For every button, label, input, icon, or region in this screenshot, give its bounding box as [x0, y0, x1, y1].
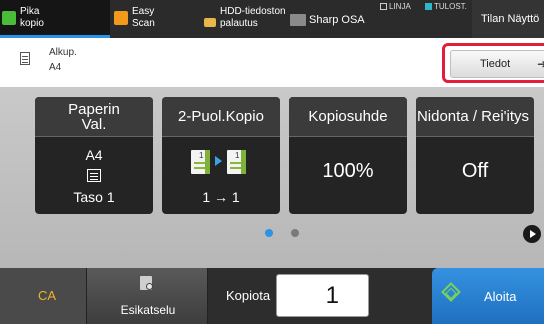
paper-select-card[interactable]: Paperin Val. A4 Taso 1 — [35, 97, 153, 214]
details-button[interactable]: Tiedot ➜ — [450, 50, 544, 78]
preview-magnifier-icon — [140, 276, 153, 290]
line-status-indicator: LINJA — [380, 2, 411, 11]
paper-tray-value: Taso 1 — [73, 189, 115, 205]
copy-ratio-title: Kopiosuhde — [289, 97, 407, 137]
copies-count-field[interactable]: 1 — [276, 274, 369, 317]
tab-easy-scan-label: Easy Scan — [132, 6, 155, 29]
page-dot-active[interactable] — [265, 229, 273, 237]
page-dot[interactable] — [291, 229, 299, 237]
binding-punch-value: Off — [461, 160, 489, 182]
details-button-label: Tiedot — [480, 58, 511, 70]
preview-button[interactable]: Esikatselu — [86, 268, 208, 324]
original-document-icon — [20, 52, 30, 65]
paper-select-title: Paperin Val. — [35, 97, 153, 137]
duplex-copy-card[interactable]: 2-Puol.Kopio 1 1 1 → 1 — [162, 97, 280, 214]
original-info-row: Alkup. A4 Tiedot ➜ — [0, 38, 544, 88]
tab-hdd-file-retrieve[interactable]: HDD-tiedoston palautus — [202, 0, 290, 38]
function-panel: Paperin Val. A4 Taso 1 2-Puol.Kopio 1 1 … — [0, 88, 544, 268]
tab-hdd-label: HDD-tiedoston palautus — [220, 6, 286, 29]
status-display-tab[interactable]: Tilan Näyttö — [472, 0, 544, 38]
copy-ratio-card[interactable]: Kopiosuhde 100% — [289, 97, 407, 214]
folder-icon — [204, 18, 216, 27]
scan-icon — [114, 11, 128, 25]
next-page-arrow-icon[interactable] — [523, 225, 541, 243]
start-button[interactable]: Aloita — [432, 268, 544, 324]
mode-tab-bar: Pika kopio Easy Scan HDD-tiedoston palautus… — [0, 0, 544, 38]
tab-sharp-osa[interactable]: Sharp OSA — [290, 0, 368, 38]
tab-easy-scan[interactable]: Easy Scan — [112, 0, 196, 38]
copy-icon — [2, 11, 16, 25]
ca-clear-all-button[interactable]: CA — [0, 268, 86, 324]
paper-tray-icon — [87, 169, 101, 182]
tab-quick-copy[interactable]: Pika kopio — [0, 0, 110, 38]
copies-count-value: 1 — [325, 282, 339, 309]
duplex-copy-icon: 1 1 — [191, 150, 251, 176]
print-status-icon — [425, 3, 432, 10]
copies-label: Kopiota — [226, 288, 271, 303]
action-bar: CA Esikatselu Kopiota 1 Aloita — [0, 268, 544, 324]
binding-punch-card[interactable]: Nidonta / Rei'itys Off — [416, 97, 534, 214]
start-diamond-icon — [441, 282, 461, 302]
preview-button-label: Esikatselu — [120, 303, 176, 317]
sharp-osa-icon — [290, 14, 306, 26]
original-label: Alkup. — [49, 47, 77, 58]
duplex-copy-title: 2-Puol.Kopio — [162, 97, 280, 137]
copy-screen: Pika kopio Easy Scan HDD-tiedoston palautus… — [0, 0, 544, 324]
start-button-label: Aloita — [484, 289, 517, 304]
print-status-indicator: TULOST. — [425, 2, 467, 11]
arrow-right-icon: ➜ — [537, 57, 544, 71]
original-size-value: A4 — [49, 62, 62, 73]
line-status-icon — [380, 3, 387, 10]
paper-size-value: A4 — [85, 147, 103, 163]
duplex-mode-value: 1 → 1 — [202, 189, 240, 205]
binding-punch-title: Nidonta / Rei'itys — [416, 97, 534, 137]
tab-quick-copy-label: Pika kopio — [20, 6, 44, 29]
copy-ratio-value: 100% — [322, 160, 374, 182]
tab-sharp-osa-label: Sharp OSA — [309, 14, 365, 26]
